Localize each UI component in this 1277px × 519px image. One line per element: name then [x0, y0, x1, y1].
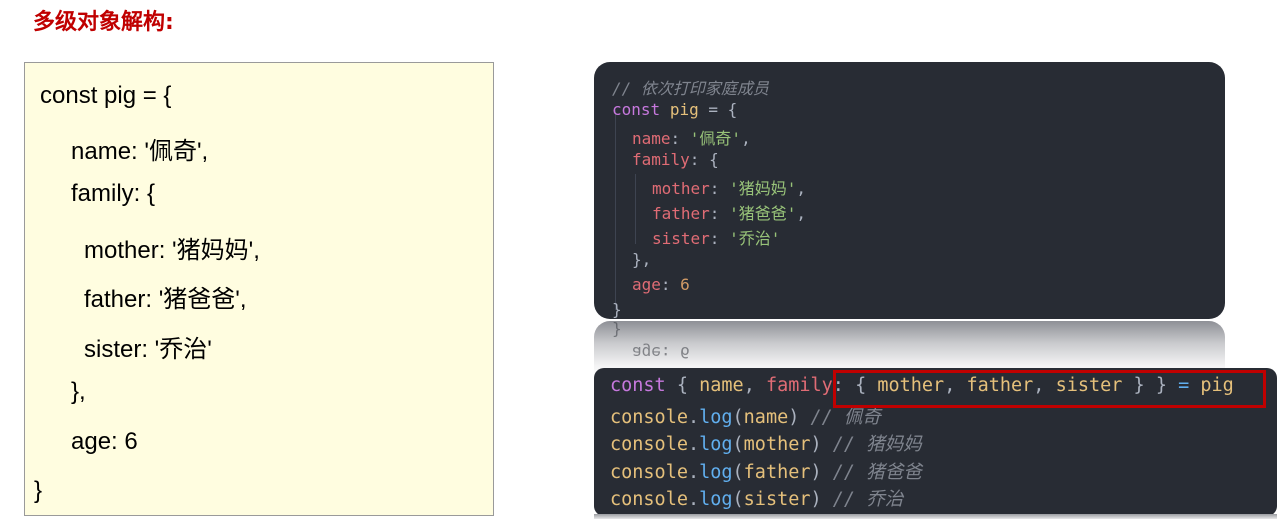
punctuation: :	[709, 179, 730, 198]
function: log	[699, 489, 733, 510]
reflection-text: age: 6	[632, 343, 690, 362]
left-code-line: const pig = {	[40, 82, 172, 109]
punctuation: :	[670, 129, 690, 148]
punctuation: :	[660, 275, 681, 294]
punctuation: ,	[796, 204, 806, 223]
highlight-rectangle	[833, 370, 1266, 408]
string: '猪妈妈'	[729, 179, 797, 198]
punctuation: )	[788, 407, 800, 428]
code-comment: // 猪妈妈	[821, 434, 922, 455]
property: name	[632, 129, 671, 148]
punctuation: (	[732, 489, 744, 510]
code-comment: // 猪爸爸	[821, 462, 922, 483]
variable: sister	[743, 489, 811, 510]
left-code-line: family: {	[71, 180, 156, 207]
punctuation: )	[810, 434, 822, 455]
variable: father	[743, 462, 811, 483]
indent-guide	[635, 174, 636, 244]
code-line: const pig = {	[612, 100, 737, 119]
punctuation: ,	[741, 129, 751, 148]
variable: name	[699, 375, 744, 396]
punctuation: .	[687, 489, 700, 510]
panel-bottom-edge	[594, 514, 1277, 519]
left-code-line: mother: '猪妈妈',	[84, 237, 260, 264]
punctuation: : {	[689, 150, 719, 169]
left-code-line: father: '猪爸爸',	[84, 286, 247, 313]
left-code-line: name: '佩奇',	[71, 138, 209, 165]
property: mother	[652, 179, 710, 198]
code-comment: // 佩奇	[799, 407, 881, 428]
punctuation: = {	[698, 100, 738, 119]
left-code-line: age: 6	[71, 428, 138, 455]
code-line: },	[632, 250, 652, 269]
code-comment: // 依次打印家庭成员	[612, 79, 769, 98]
variable: name	[743, 407, 789, 428]
property: father	[652, 204, 710, 223]
console-log-line: console.log(sister) // 乔治	[610, 485, 903, 511]
variable: mother	[743, 434, 811, 455]
function: log	[699, 462, 733, 483]
punctuation: .	[687, 407, 700, 428]
punctuation: .	[687, 462, 700, 483]
code-line: mother: '猪妈妈',	[652, 175, 806, 199]
object: console	[610, 407, 688, 428]
number: 6	[680, 275, 690, 294]
punctuation: :	[709, 229, 730, 248]
property: sister	[652, 229, 710, 248]
function: log	[699, 434, 733, 455]
left-code-line: }	[34, 477, 43, 504]
punctuation: ,	[743, 375, 766, 396]
page-title: 多级对象解构:	[33, 10, 174, 35]
string: '乔治'	[729, 229, 781, 248]
punctuation: ,	[796, 179, 806, 198]
punctuation: .	[687, 434, 700, 455]
object: console	[610, 434, 688, 455]
property: family	[632, 150, 690, 169]
punctuation: (	[732, 407, 744, 428]
punctuation: )	[810, 462, 822, 483]
punctuation: :	[709, 204, 730, 223]
reflection-text: }	[612, 321, 622, 340]
code-line: family: {	[632, 150, 719, 169]
punctuation: {	[665, 375, 700, 396]
object-code-panel: // 依次打印家庭成员 const pig = { name: '佩奇', fa…	[594, 62, 1225, 319]
string: '佩奇'	[689, 129, 742, 148]
keyword: const	[610, 375, 666, 396]
code-comment: // 乔治	[821, 489, 904, 510]
property: age	[632, 275, 661, 294]
code-line: age: 6	[632, 275, 690, 294]
code-line: name: '佩奇',	[632, 125, 751, 149]
function: log	[699, 407, 733, 428]
left-code-line: },	[71, 378, 86, 405]
console-log-line: console.log(father) // 猪爸爸	[610, 458, 922, 484]
punctuation: )	[810, 489, 822, 510]
console-log-line: console.log(mother) // 猪妈妈	[610, 430, 922, 456]
object: console	[610, 489, 688, 510]
variable: pig	[669, 100, 699, 119]
code-line: father: '猪爸爸',	[652, 200, 806, 224]
punctuation: (	[732, 434, 744, 455]
property: family	[765, 375, 833, 396]
code-line: }	[612, 300, 622, 319]
string: '猪爸爸'	[729, 204, 797, 223]
code-line: sister: '乔治'	[652, 225, 780, 249]
indent-guide	[615, 110, 616, 310]
punctuation: (	[732, 462, 744, 483]
object: console	[610, 462, 688, 483]
left-code-line: sister: '乔治'	[84, 336, 212, 363]
keyword: const	[612, 100, 661, 119]
